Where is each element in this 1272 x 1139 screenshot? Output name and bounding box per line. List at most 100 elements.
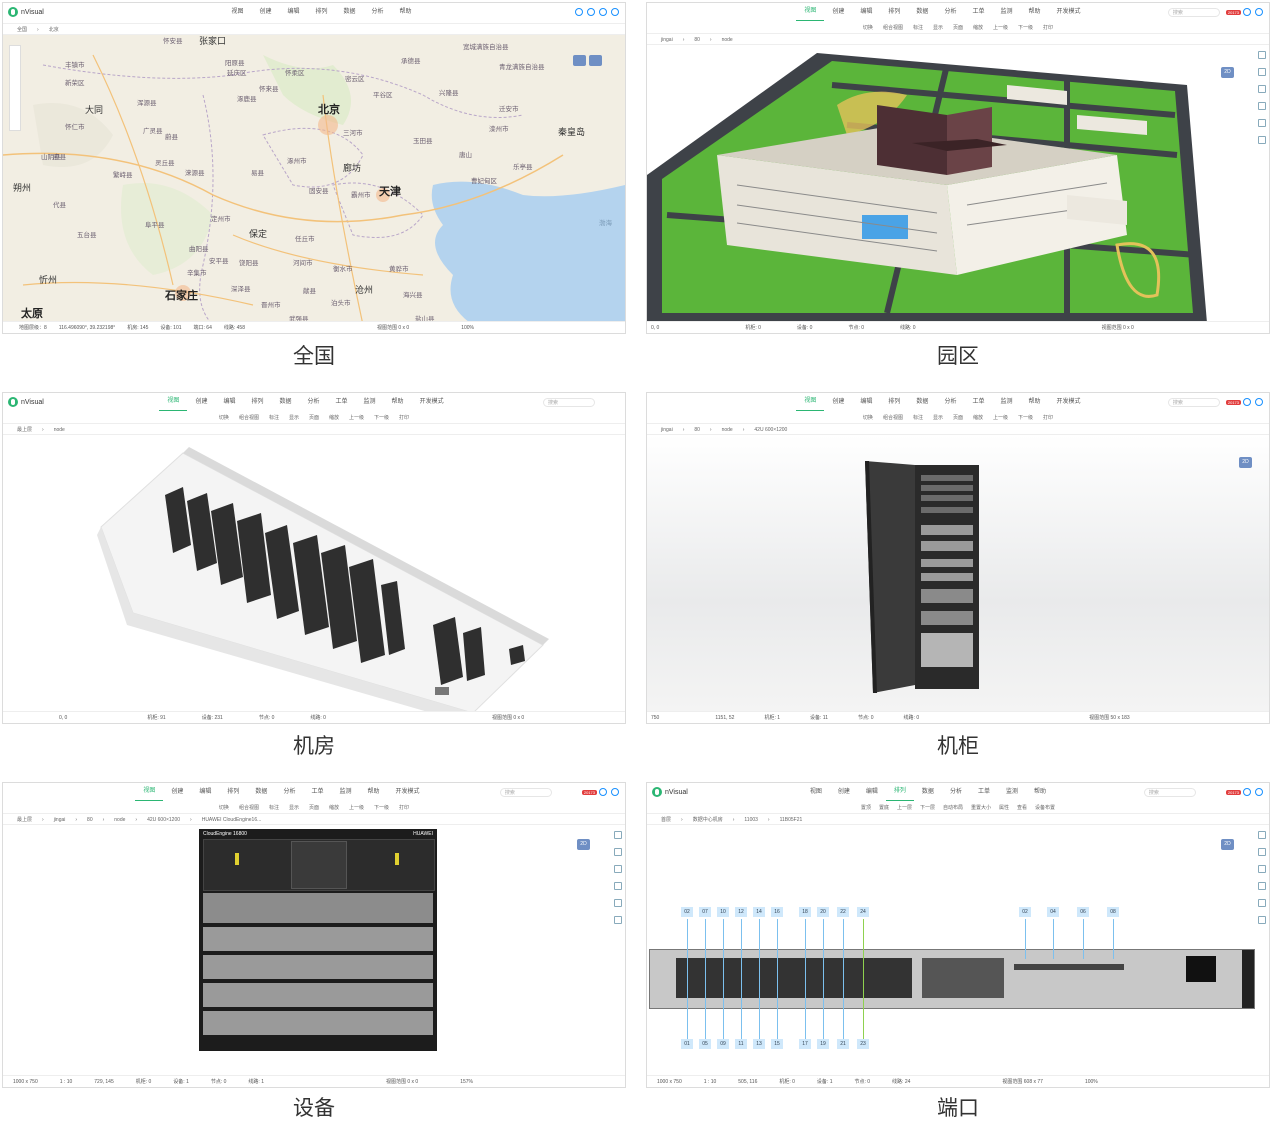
rack-3d-view[interactable]: 2D	[647, 435, 1269, 712]
port-label[interactable]: 21	[837, 1039, 849, 1049]
menu-item[interactable]: 创建	[824, 393, 852, 411]
menu-item[interactable]: 监测	[331, 783, 359, 801]
toolbar-button[interactable]: 组合视图	[883, 414, 903, 421]
map-view[interactable]: 北京 天津 石家庄 太原 大同 张家口 秦皇岛 保定 廊坊 朔州 沧州 忻州 怀…	[3, 35, 625, 322]
settings-icon[interactable]	[1243, 8, 1251, 16]
user-icon[interactable]	[1255, 8, 1263, 16]
tool-icon[interactable]	[1258, 882, 1266, 890]
menu-item[interactable]: 开发模式	[388, 783, 428, 801]
toolbar-button[interactable]: 缩放	[973, 24, 983, 31]
menu-item[interactable]: 数据	[914, 783, 942, 801]
breadcrumb-item[interactable]: node	[722, 37, 733, 43]
menu-item[interactable]: 分析	[275, 783, 303, 801]
port-label[interactable]: 19	[817, 1039, 829, 1049]
tool-icon[interactable]	[1258, 68, 1266, 76]
tool-icon[interactable]	[614, 899, 622, 907]
menu-item[interactable]: 创建	[824, 3, 852, 21]
toolbar-button[interactable]: 查看	[1017, 804, 1027, 811]
toolbar-button[interactable]: 页面	[309, 804, 319, 811]
search-icon[interactable]	[575, 8, 583, 16]
search-input[interactable]: 搜索	[543, 397, 595, 407]
toolbar-button[interactable]: 切换	[863, 24, 873, 31]
port-label[interactable]: 02	[1019, 907, 1031, 917]
menu-item[interactable]: 帮助	[1020, 3, 1048, 21]
toolbar-button[interactable]: 缩放	[329, 414, 339, 421]
port-label[interactable]: 07	[699, 907, 711, 917]
menu-item[interactable]: 创建	[163, 783, 191, 801]
tool-icon[interactable]	[1258, 848, 1266, 856]
toolbar-button[interactable]: 置顶	[861, 804, 871, 811]
breadcrumb-item[interactable]: 80	[87, 817, 93, 823]
room-3d-view[interactable]	[3, 435, 625, 712]
breadcrumb-item[interactable]: HUAWEI CloudEngine16...	[202, 817, 262, 823]
tool-icon[interactable]	[1258, 102, 1266, 110]
toolbar-button[interactable]: 上一级	[349, 804, 364, 811]
menu-item[interactable]: 创建	[187, 393, 215, 411]
toolbar-button[interactable]: 缩放	[329, 804, 339, 811]
port-label[interactable]: 12	[735, 907, 747, 917]
search-input[interactable]: 搜索	[499, 787, 552, 797]
notification-badge[interactable]: 20173	[1225, 9, 1241, 15]
toolbar-button[interactable]: 上一级	[349, 414, 364, 421]
port-label[interactable]: 05	[699, 1039, 711, 1049]
port-label[interactable]: 08	[1107, 907, 1119, 917]
menu-item[interactable]: 视图	[159, 393, 188, 411]
toolbar-button[interactable]: 显示	[289, 804, 299, 811]
menu-item[interactable]: 视图	[796, 393, 825, 411]
breadcrumb-item[interactable]: 最上层	[17, 817, 32, 823]
settings-icon[interactable]	[599, 8, 607, 16]
toolbar-button[interactable]: 上一级	[993, 24, 1008, 31]
port-label[interactable]: 18	[799, 907, 811, 917]
view-2d-button[interactable]: 2D	[577, 839, 590, 850]
toolbar-button[interactable]: 上一级	[993, 414, 1008, 421]
port-label[interactable]: 14	[753, 907, 765, 917]
breadcrumb-item[interactable]: node	[114, 817, 125, 823]
menu-item[interactable]: 帮助	[1026, 783, 1054, 801]
menu-item[interactable]: 排列	[243, 393, 271, 411]
breadcrumb-item[interactable]: 北京	[49, 27, 59, 33]
tool-icon[interactable]	[1258, 136, 1266, 144]
menu-item[interactable]: 分析	[936, 3, 964, 21]
user-icon[interactable]	[611, 8, 619, 16]
view-2d-button[interactable]: 2D	[1239, 457, 1252, 468]
breadcrumb-item[interactable]: jingai	[661, 37, 673, 43]
menu-item[interactable]: 工单	[303, 783, 331, 801]
settings-icon[interactable]	[1243, 398, 1251, 406]
port-label[interactable]: 06	[1077, 907, 1089, 917]
toolbar-button[interactable]: 重置大小	[971, 804, 991, 811]
toolbar-button[interactable]: 下一级	[374, 414, 389, 421]
toolbar-button[interactable]: 标注	[913, 414, 923, 421]
toolbar-button[interactable]: 下一级	[1018, 24, 1033, 31]
port-label[interactable]: 09	[717, 1039, 729, 1049]
menu-item[interactable]: 帮助	[392, 3, 420, 21]
toolbar-button[interactable]: 下一层	[920, 804, 935, 811]
menu-item[interactable]: 编辑	[191, 783, 219, 801]
toolbar-button[interactable]: 组合视图	[239, 414, 259, 421]
menu-item[interactable]: 编辑	[852, 393, 880, 411]
menu-item[interactable]: 工单	[964, 3, 992, 21]
breadcrumb-item[interactable]: 80	[694, 427, 700, 433]
menu-item[interactable]: 数据	[336, 3, 364, 21]
menu-item[interactable]: 编辑	[215, 393, 243, 411]
view-2d-button[interactable]: 2D	[1221, 839, 1234, 850]
menu-item[interactable]: 帮助	[1020, 393, 1048, 411]
port-view[interactable]: 02 07 10 12 14 16 18 20 22 24 02 04 06 08 01 05 09 11 13 1…	[647, 825, 1269, 1076]
tool-icon[interactable]	[1258, 85, 1266, 93]
toolbar-button[interactable]: 打印	[1043, 414, 1053, 421]
tool-icon[interactable]	[1258, 916, 1266, 924]
user-icon[interactable]	[1255, 788, 1263, 796]
port-label[interactable]: 24	[857, 907, 869, 917]
toolbar-button[interactable]: 打印	[1043, 24, 1053, 31]
port-label[interactable]: 04	[1047, 907, 1059, 917]
toolbar-button[interactable]: 属性	[999, 804, 1009, 811]
toolbar-button[interactable]: 页面	[953, 414, 963, 421]
menu-item[interactable]: 视图	[796, 3, 825, 21]
breadcrumb-item[interactable]: 最上层	[17, 427, 32, 433]
park-3d-view[interactable]: 2D	[647, 45, 1269, 322]
port-label[interactable]: 15	[771, 1039, 783, 1049]
breadcrumb-item[interactable]: jingai	[661, 427, 673, 433]
port-label[interactable]: 16	[771, 907, 783, 917]
menu-item[interactable]: 帮助	[384, 393, 412, 411]
search-input[interactable]: 搜索	[1167, 7, 1220, 17]
user-icon[interactable]	[1255, 398, 1263, 406]
